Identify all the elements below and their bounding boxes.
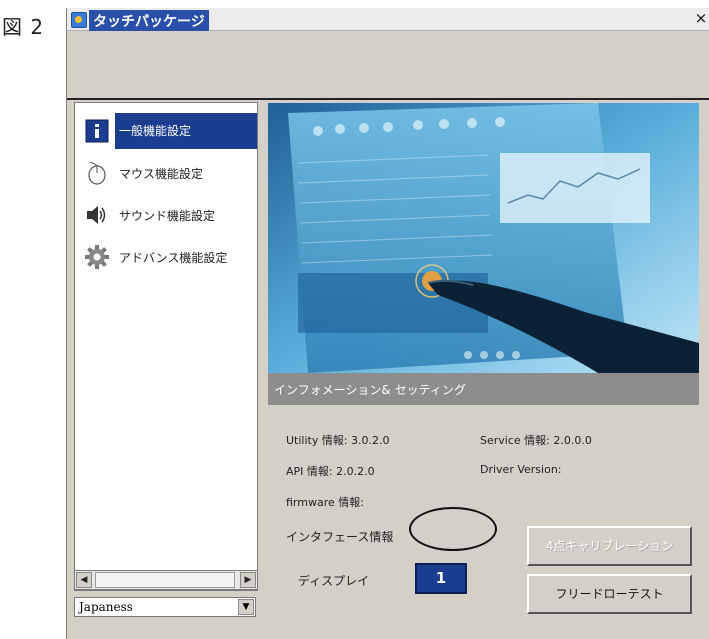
horizontal-scrollbar[interactable]: ◀ ▶ — [74, 570, 258, 590]
calibration-button[interactable]: 4点キャリブレーション — [527, 526, 692, 566]
free-draw-test-button[interactable]: フリードローテスト — [527, 574, 692, 614]
window-title: タッチパッケージ — [89, 10, 209, 32]
banner-image — [268, 103, 699, 373]
banner-caption-strip: インフォメーション& セッティング — [268, 373, 699, 405]
dropdown-arrow-icon[interactable]: ▼ — [238, 599, 254, 615]
service-info: Service 情報: 2.0.0.0 — [480, 434, 592, 447]
settings-nav-list: 一般機能設定 マウス機能設定 サウンド機能設定 アドバンス機能設定 — [74, 102, 258, 591]
annotation-ellipse — [409, 507, 497, 551]
scroll-left-button[interactable]: ◀ — [76, 572, 92, 588]
gear-icon — [85, 245, 109, 269]
nav-item-label: 一般機能設定 — [115, 113, 257, 149]
interface-info-label: インタフェース情報 — [286, 530, 394, 544]
display-number-box[interactable]: 1 — [415, 563, 467, 594]
driver-version: Driver Version: — [480, 463, 562, 476]
display-label: ディスプレイ — [298, 574, 370, 588]
language-select[interactable]: Japaness ▼ — [74, 597, 256, 617]
scroll-thumb[interactable] — [95, 572, 235, 588]
nav-item-label: サウンド機能設定 — [119, 209, 216, 223]
nav-item-label: マウス機能設定 — [119, 167, 204, 181]
mouse-icon — [85, 161, 109, 185]
scroll-right-button[interactable]: ▶ — [240, 572, 256, 588]
api-info: API 情報: 2.0.2.0 — [286, 465, 375, 478]
info-icon — [85, 119, 109, 143]
nav-item-sound-settings[interactable]: サウンド機能設定 — [75, 197, 257, 233]
toolbar-area — [67, 31, 709, 100]
figure-label: 図 2 — [2, 15, 45, 39]
nav-item-mouse-settings[interactable]: マウス機能設定 — [75, 155, 257, 191]
app-icon — [71, 12, 87, 28]
nav-item-label: アドバンス機能設定 — [119, 251, 228, 265]
nav-item-general-settings[interactable]: 一般機能設定 — [75, 113, 257, 149]
title-bar: タッチパッケージ × — [67, 8, 709, 32]
banner-caption: インフォメーション& セッティング — [274, 383, 466, 397]
language-value: Japaness — [79, 600, 133, 614]
close-button[interactable]: × — [692, 9, 709, 27]
nav-item-advanced-settings[interactable]: アドバンス機能設定 — [75, 239, 257, 275]
utility-info: Utility 情報: 3.0.2.0 — [286, 434, 390, 447]
firmware-info: firmware 情報: — [286, 496, 364, 509]
speaker-icon — [85, 203, 109, 227]
